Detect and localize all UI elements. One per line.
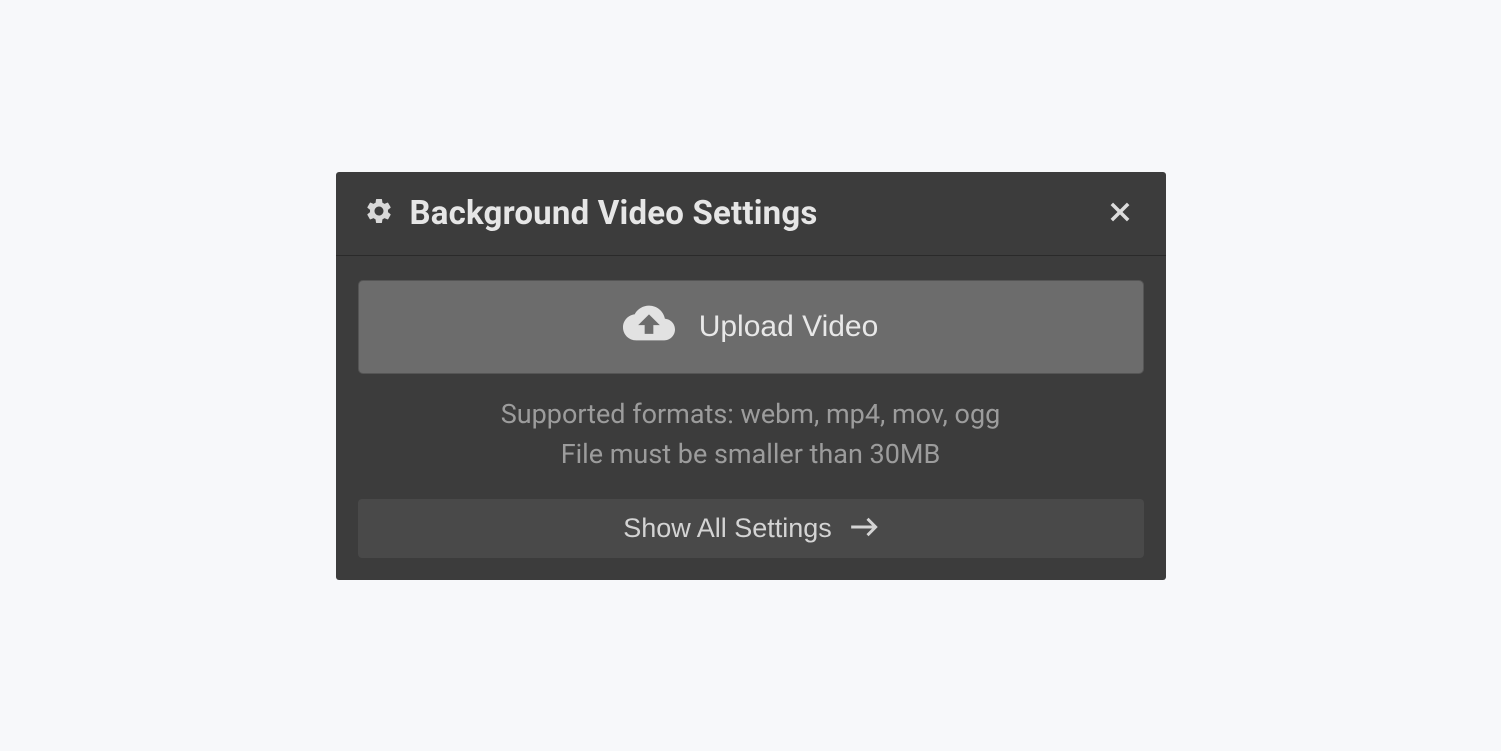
close-icon <box>1106 198 1134 229</box>
modal-title: Background Video Settings <box>410 194 818 233</box>
show-all-settings-button[interactable]: Show All Settings <box>358 499 1144 558</box>
modal-body: Upload Video Supported formats: webm, mp… <box>336 256 1166 580</box>
cloud-upload-icon <box>623 303 675 351</box>
upload-video-button[interactable]: Upload Video <box>358 280 1144 374</box>
close-button[interactable] <box>1102 194 1138 233</box>
modal-header: Background Video Settings <box>336 172 1166 256</box>
upload-video-label: Upload Video <box>699 310 879 344</box>
file-size-limit-text: File must be smaller than 30MB <box>358 434 1144 475</box>
settings-modal: Background Video Settings Upload Video S… <box>336 172 1166 580</box>
gear-icon <box>364 196 394 230</box>
info-text: Supported formats: webm, mp4, mov, ogg F… <box>358 394 1144 475</box>
show-all-settings-label: Show All Settings <box>623 513 832 544</box>
supported-formats-text: Supported formats: webm, mp4, mov, ogg <box>358 394 1144 435</box>
header-left: Background Video Settings <box>364 194 818 233</box>
arrow-right-icon <box>850 513 878 544</box>
